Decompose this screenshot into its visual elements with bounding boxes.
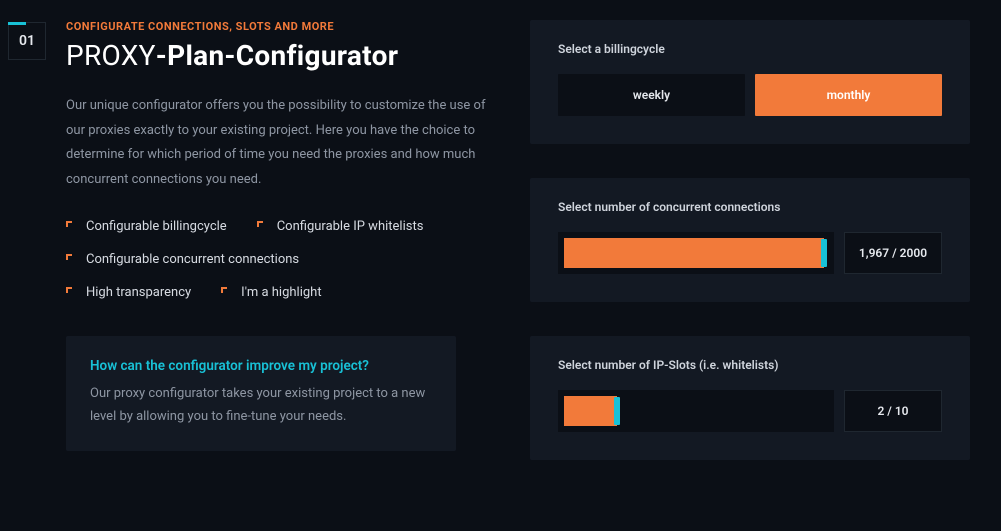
feature-list: Configurable billingcycle Configurable I… (66, 219, 490, 300)
connections-readout: 1,967 / 2000 (844, 232, 942, 274)
feature-item: Configurable IP whitelists (257, 219, 424, 234)
connections-label: Select number of concurrent connections (558, 200, 942, 214)
connections-panel: Select number of concurrent connections … (530, 178, 970, 302)
ipslots-readout: 2 / 10 (844, 390, 942, 432)
billingcycle-label: Select a billingcycle (558, 42, 942, 56)
billingcycle-panel: Select a billingcycle weekly monthly (530, 20, 970, 144)
slider-handle-icon[interactable] (821, 239, 827, 267)
title-light: PROXY (66, 39, 156, 72)
corner-marker-icon (66, 254, 76, 264)
billing-option-weekly[interactable]: weekly (558, 74, 745, 116)
feature-label: High transparency (86, 285, 191, 300)
feature-item: Configurable billingcycle (66, 219, 227, 234)
ipslots-label: Select number of IP-Slots (i.e. whitelis… (558, 358, 942, 372)
feature-item: High transparency (66, 285, 191, 300)
faq-card: How can the configurator improve my proj… (66, 336, 456, 451)
title-bold: -Plan-Configurator (156, 39, 398, 72)
faq-answer: Our proxy configurator takes your existi… (90, 382, 432, 429)
slider-handle-icon[interactable] (614, 397, 620, 425)
corner-marker-icon (66, 221, 76, 231)
corner-marker-icon (66, 287, 76, 297)
feature-item: Configurable concurrent connections (66, 252, 490, 267)
billing-option-monthly[interactable]: monthly (755, 74, 942, 116)
feature-label: I'm a highlight (241, 285, 321, 300)
connections-slider[interactable] (558, 232, 834, 274)
ipslots-panel: Select number of IP-Slots (i.e. whitelis… (530, 336, 970, 460)
corner-marker-icon (221, 287, 231, 297)
feature-label: Configurable IP whitelists (277, 219, 424, 234)
step-number-badge: 01 (8, 22, 46, 60)
faq-question: How can the configurator improve my proj… (90, 358, 432, 374)
page-title: PROXY-Plan-Configurator (66, 39, 490, 72)
description-text: Our unique configurator offers you the p… (66, 94, 490, 193)
feature-item: I'm a highlight (221, 285, 321, 300)
corner-marker-icon (257, 221, 267, 231)
feature-label: Configurable concurrent connections (86, 252, 299, 267)
section-eyebrow: CONFIGURATE CONNECTIONS, SLOTS AND MORE (66, 20, 490, 33)
ipslots-slider[interactable] (558, 390, 834, 432)
feature-label: Configurable billingcycle (86, 219, 227, 234)
